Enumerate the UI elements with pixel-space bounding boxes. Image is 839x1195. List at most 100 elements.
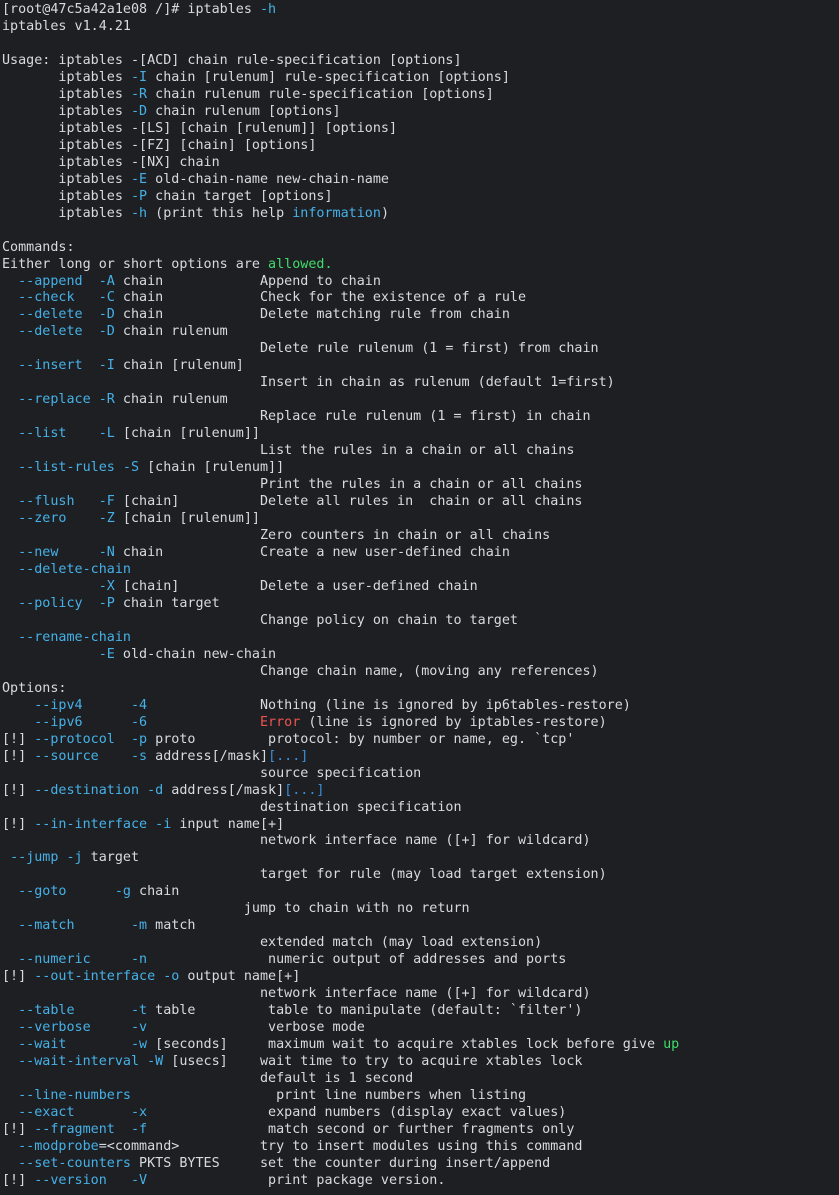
- terminal-line: --exact -x expand numbers (display exact…: [2, 1105, 839, 1122]
- terminal-line: --delete -D chain rulenum: [2, 324, 839, 341]
- terminal-text: numeric output of addresses and ports: [147, 952, 567, 968]
- terminal-line: network interface name ([+] for wildcard…: [2, 833, 839, 850]
- terminal-text-cyan: --match -m: [18, 918, 148, 934]
- terminal-line: --table -t table table to manipulate (de…: [2, 1003, 839, 1020]
- terminal-text-cyan: -I: [131, 69, 148, 85]
- terminal-text: [!]: [2, 969, 35, 985]
- terminal-line: iptables -E old-chain-name new-chain-nam…: [2, 172, 839, 189]
- terminal-text: chain rulenum [options]: [147, 103, 341, 119]
- terminal-text-cyan: --jump -j: [10, 850, 83, 866]
- terminal-line: -E old-chain new-chain: [2, 647, 839, 664]
- terminal-text: Delete rule rulenum (1 = first) from cha…: [2, 341, 599, 357]
- terminal-line: --flush -F [chain] Delete all rules in c…: [2, 494, 839, 511]
- terminal-text: [root@47c5a42a1e08 /]# iptables: [2, 2, 260, 17]
- terminal-text: [usecs] wait time to try to acquire xtab…: [163, 1054, 583, 1070]
- terminal-line: iptables -h (print this help information…: [2, 206, 839, 223]
- terminal-line: destination specification: [2, 800, 839, 817]
- terminal-text: print line numbers when listing: [131, 1088, 527, 1103]
- terminal-text: match second or further fragments only: [147, 1121, 575, 1137]
- terminal-text-cyan: --rename-chain: [18, 629, 131, 645]
- terminal-line: Zero counters in chain or all chains: [2, 528, 839, 545]
- terminal-text: default is 1 second: [2, 1071, 414, 1087]
- terminal-line: [root@47c5a42a1e08 /]# iptables -h: [2, 2, 839, 19]
- terminal-text-cyan: --delete -D: [18, 324, 115, 340]
- terminal-text-cyan: --insert -I: [18, 358, 115, 374]
- terminal-line: -X [chain] Delete a user-defined chain: [2, 579, 839, 596]
- terminal-line: Insert in chain as rulenum (default 1=fi…: [2, 375, 839, 392]
- terminal-line: iptables -I chain [rulenum] rule-specifi…: [2, 70, 839, 87]
- terminal-text-cyan: --verbose -v: [18, 1020, 148, 1036]
- terminal-text: iptables: [2, 103, 131, 119]
- terminal-line: --wait-interval -W [usecs] wait time to …: [2, 1054, 839, 1071]
- terminal-text: iptables: [2, 188, 131, 204]
- terminal-text-cyan: --numeric -n: [18, 952, 148, 968]
- terminal-line: iptables -P chain target [options]: [2, 189, 839, 206]
- terminal-line: --zero -Z [chain [rulenum]]: [2, 511, 839, 528]
- terminal-line: Usage: iptables -[ACD] chain rule-specif…: [2, 53, 839, 70]
- terminal-line: --numeric -n numeric output of addresses…: [2, 952, 839, 969]
- terminal-text-cyan: -X: [98, 578, 115, 594]
- terminal-text-cyan: information: [292, 205, 381, 221]
- terminal-text: Usage: iptables -[ACD] chain rule-specif…: [2, 52, 462, 68]
- terminal-text-cyan: -R: [131, 86, 148, 102]
- terminal-line: target for rule (may load target extensi…: [2, 867, 839, 884]
- terminal-text: [chain [rulenum]]: [114, 426, 260, 442]
- terminal-text: chain target: [114, 595, 220, 611]
- terminal-text: iptables -[LS] [chain [rulenum]] [option…: [2, 120, 398, 136]
- terminal-text: network interface name ([+] for wildcard…: [2, 986, 591, 1002]
- terminal-text-cyan: --list-rules -S: [18, 460, 140, 476]
- terminal-text: iptables: [2, 69, 131, 85]
- terminal-text: jump to chain with no return: [2, 901, 470, 917]
- terminal-window[interactable]: [root@47c5a42a1e08 /]# iptables -h iptabl…: [0, 0, 839, 1195]
- terminal-text: Commands:: [2, 239, 75, 255]
- terminal-text: print package version.: [147, 1172, 446, 1188]
- terminal-text: chain rulenum: [114, 324, 228, 340]
- terminal-text-red: Error: [260, 714, 301, 730]
- terminal-line: [!] --version -V print package version.: [2, 1173, 839, 1190]
- terminal-text-green: allowed.: [268, 256, 333, 272]
- terminal-line: [!] --out-interface -o output name[+]: [2, 969, 839, 986]
- terminal-text-cyan: --flush -F: [18, 494, 115, 510]
- terminal-text: [chain [rulenum]]: [139, 460, 285, 476]
- terminal-text: (print this help: [147, 205, 293, 221]
- terminal-text: chain Append to chain: [114, 273, 381, 289]
- terminal-text: iptables: [2, 86, 131, 102]
- terminal-text: Print the rules in a chain or all chains: [2, 477, 583, 493]
- terminal-line: jump to chain with no return: [2, 901, 839, 918]
- terminal-text: match: [147, 918, 196, 934]
- terminal-text-cyan: --replace -R: [18, 392, 115, 408]
- terminal-text: (line is ignored by iptables-restore): [300, 714, 607, 730]
- terminal-text-cyan: --line-numbers: [18, 1088, 131, 1103]
- terminal-line: --set-counters PKTS BYTES set the counte…: [2, 1156, 839, 1173]
- terminal-line: source specification: [2, 766, 839, 783]
- terminal-text: chain target [options]: [147, 188, 333, 204]
- terminal-text-blue: [...]: [268, 748, 309, 764]
- terminal-text: destination specification: [2, 799, 462, 815]
- terminal-line: Commands:: [2, 240, 839, 257]
- terminal-text-cyan: --ipv4 -4: [34, 697, 148, 713]
- terminal-text: target for rule (may load target extensi…: [2, 867, 607, 883]
- terminal-line: --goto -g chain: [2, 884, 839, 901]
- terminal-text: [!]: [2, 816, 35, 832]
- terminal-text: Options:: [2, 680, 67, 696]
- terminal-line: --insert -I chain [rulenum]: [2, 358, 839, 375]
- terminal-text-cyan: --source -s: [34, 748, 148, 764]
- terminal-text-cyan: --set-counters: [18, 1155, 131, 1171]
